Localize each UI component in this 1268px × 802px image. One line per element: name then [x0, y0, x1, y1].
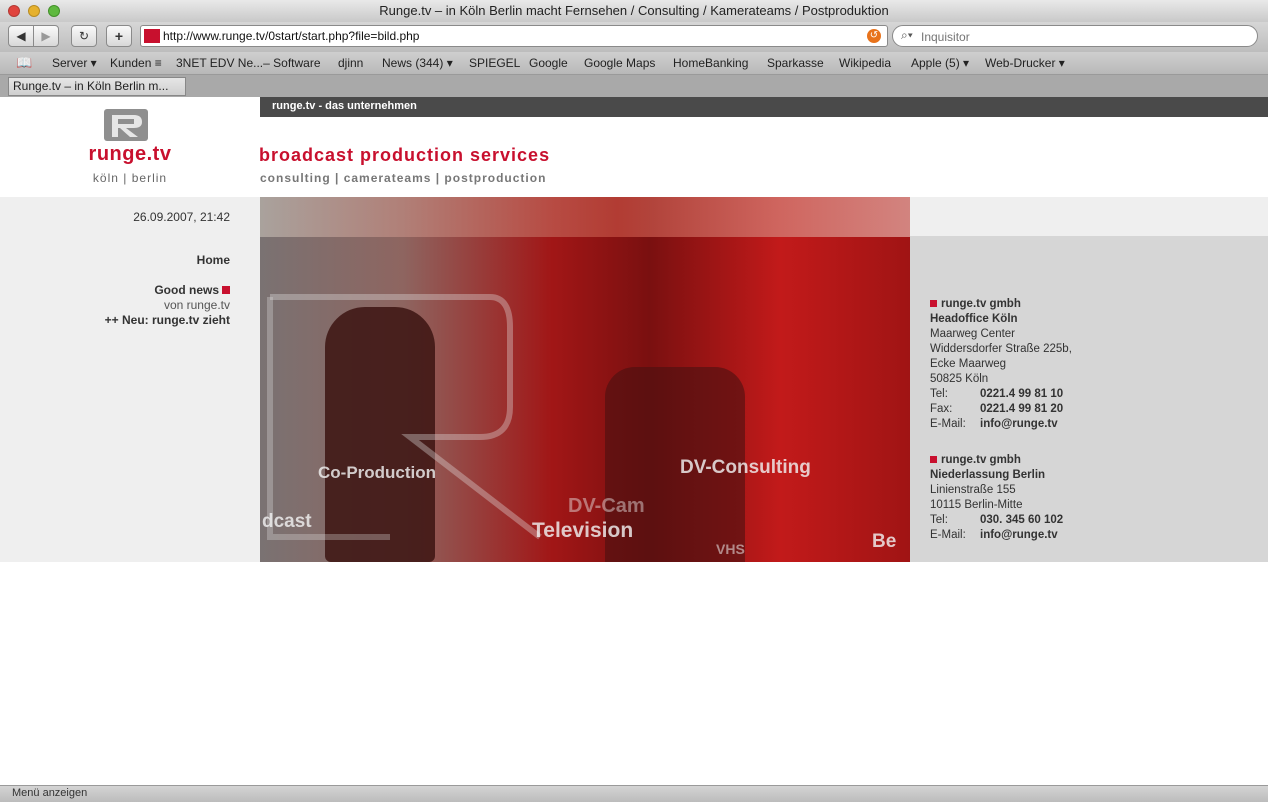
back-button[interactable]: ◀	[8, 25, 34, 47]
add-bookmark-button[interactable]: +	[106, 25, 132, 47]
site-favicon-icon	[144, 29, 160, 43]
top-strip: runge.tv - das unternehmen	[260, 97, 1268, 117]
bookmark-homebanking[interactable]: HomeBanking	[673, 56, 748, 70]
contact-top-band	[910, 197, 1268, 236]
berlin-mail-label: E-Mail:	[930, 529, 966, 541]
contact-koeln: runge.tv gmbh Headoffice Köln Maarweg Ce…	[930, 297, 1072, 432]
bookmark-apple[interactable]: Apple (5) ▾	[911, 56, 969, 70]
left-sidebar: 26.09.2007, 21:42 Home Good news von run…	[0, 197, 260, 562]
page-subline: consulting | camerateams | postproductio…	[260, 171, 547, 185]
status-bar: Menü anzeigen	[0, 785, 1268, 802]
koeln-fax-label: Fax:	[930, 403, 953, 415]
berlin-email-link[interactable]: info@runge.tv	[980, 529, 1058, 541]
address-input[interactable]: http://www.runge.tv/0start/start.php?fil…	[163, 29, 419, 43]
address-bar[interactable]: http://www.runge.tv/0start/start.php?fil…	[140, 25, 888, 47]
browser-toolbar: ◀ ▶ ↻ + http://www.runge.tv/0start/start…	[0, 22, 1268, 52]
koeln-line1: Maarweg Center	[930, 328, 1016, 340]
bookmark-web-drucker[interactable]: Web-Drucker ▾	[985, 56, 1065, 70]
hero-word: Co-Production	[318, 463, 437, 482]
window-title: Runge.tv – in Köln Berlin macht Fernsehe…	[379, 3, 889, 18]
koeln-tel: 0221.4 99 81 10	[980, 388, 1064, 400]
hero-word: DV-Consulting	[680, 457, 811, 478]
snapback-icon[interactable]: ↺	[867, 29, 881, 43]
bookmarks-book-icon[interactable]: 📖	[16, 55, 32, 71]
berlin-line2: 10115 Berlin-Mitte	[930, 499, 1023, 511]
hero-word: Be	[872, 531, 897, 552]
bookmark-sparkasse[interactable]: Sparkasse	[767, 56, 824, 70]
koeln-office: Headoffice Köln	[930, 313, 1018, 325]
search-icon[interactable]: ⌕▾	[901, 28, 913, 43]
bullet-icon	[930, 300, 937, 307]
nav-home-link[interactable]: Home	[197, 253, 230, 267]
forward-button[interactable]: ▶	[33, 25, 59, 47]
berlin-tel-label: Tel:	[930, 514, 948, 526]
good-news-subtitle: von runge.tv	[163, 298, 230, 312]
berlin-company: runge.tv gmbh	[941, 454, 1021, 466]
bookmark-news[interactable]: News (344) ▾	[382, 56, 453, 70]
berlin-tel: 030. 345 60 102	[980, 514, 1064, 526]
date-time: 26.09.2007, 21:42	[133, 210, 230, 224]
tab-bar: Runge.tv – in Köln Berlin m...	[0, 75, 1268, 98]
logo-subtitle: köln | berlin	[92, 171, 168, 185]
bookmark-kunden[interactable]: Kunden ≡	[110, 56, 162, 70]
status-text: Menü anzeigen	[12, 787, 88, 799]
bookmark-wikipedia[interactable]: Wikipedia	[839, 56, 891, 70]
bookmark-google-maps[interactable]: Google Maps	[584, 56, 655, 70]
bookmark-server[interactable]: Server ▾	[52, 56, 97, 70]
bookmark-google[interactable]: Google	[529, 56, 568, 70]
search-field[interactable]: ⌕▾	[892, 25, 1258, 47]
bookmark-djinn[interactable]: djinn	[338, 56, 363, 70]
hero-word: dcast	[262, 511, 312, 532]
reload-button[interactable]: ↻	[71, 25, 97, 47]
logo-text[interactable]: runge.tv	[60, 143, 200, 166]
bullet-icon	[930, 456, 937, 463]
good-news-label: Good news	[154, 283, 219, 297]
news-ticker[interactable]: ++ Neu: runge.tv zieht	[0, 313, 230, 327]
koeln-line2: Widdersdorfer Straße 225b,	[930, 343, 1072, 355]
hero-logo-outline	[267, 294, 542, 540]
bookmark-3net[interactable]: 3NET EDV Ne...– Software	[176, 56, 321, 70]
bookmark-spiegel[interactable]: SPIEGEL	[469, 56, 520, 70]
search-input[interactable]	[919, 28, 1253, 46]
berlin-office: Niederlassung Berlin	[930, 469, 1046, 481]
koeln-email-link[interactable]: info@runge.tv	[980, 418, 1058, 430]
hero-top-band	[260, 197, 910, 237]
koeln-fax: 0221.4 99 81 20	[980, 403, 1064, 415]
hero-image: Co-Production DV-Consulting DV-Cam Telev…	[260, 197, 910, 562]
koeln-company: runge.tv gmbh	[941, 298, 1021, 310]
contact-berlin: runge.tv gmbh Niederlassung Berlin Linie…	[930, 453, 1063, 543]
window-titlebar: Runge.tv – in Köln Berlin macht Fernsehe…	[0, 0, 1268, 23]
hero-word: Television	[532, 519, 634, 542]
koeln-tel-label: Tel:	[930, 388, 948, 400]
koeln-mail-label: E-Mail:	[930, 418, 966, 430]
runge-logo-icon[interactable]	[104, 109, 148, 141]
strip-label: runge.tv - das unternehmen	[272, 100, 417, 112]
arrow-right-icon	[222, 286, 230, 294]
web-content: runge.tv - das unternehmen runge.tv köln…	[0, 97, 1268, 785]
bookmarks-bar: 📖 Server ▾ Kunden ≡ 3NET EDV Ne...– Soft…	[0, 52, 1268, 75]
contact-sidebar: runge.tv gmbh Headoffice Köln Maarweg Ce…	[910, 197, 1268, 562]
page-headline: broadcast production services	[259, 145, 551, 165]
berlin-line1: Linienstraße 155	[930, 484, 1016, 496]
tab-runge[interactable]: Runge.tv – in Köln Berlin m...	[8, 77, 186, 96]
koeln-line3: Ecke Maarweg	[930, 358, 1007, 370]
nav-good-news-link[interactable]: Good news	[154, 283, 230, 297]
hero-word: VHS	[716, 541, 745, 557]
koeln-line4: 50825 Köln	[930, 373, 989, 385]
hero-word: DV-Cam	[568, 495, 645, 517]
